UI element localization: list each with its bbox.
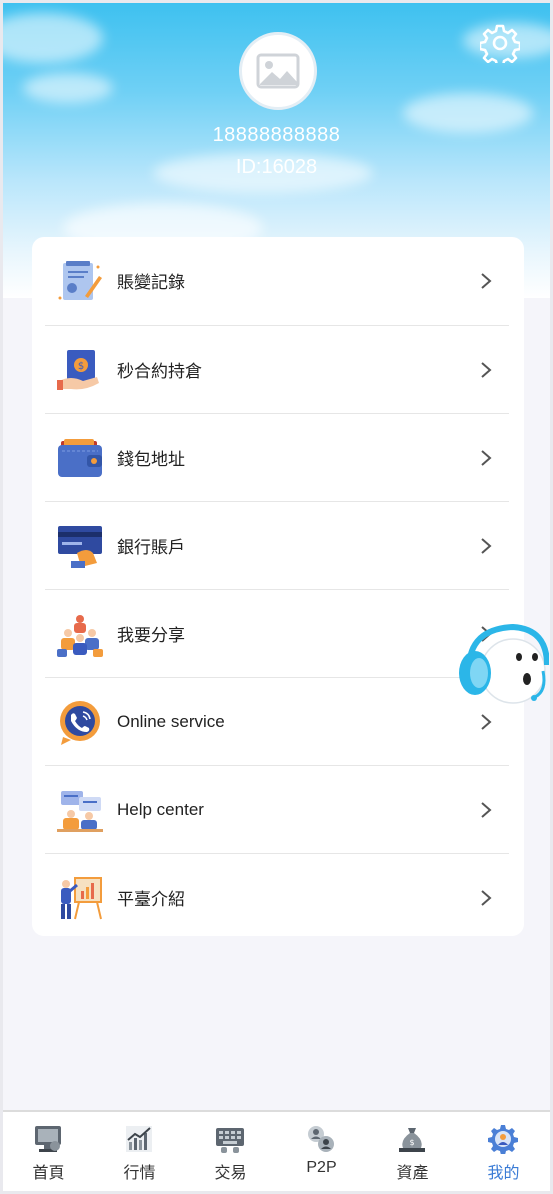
menu-item-platform-intro[interactable]: 平臺介紹 — [45, 854, 509, 941]
menu-item-label: 賬變記錄 — [117, 273, 185, 292]
bottom-tab-bar: 首頁 行情 交易 P2P $ 資產 我的 — [3, 1110, 550, 1191]
menu-item-wallet-address[interactable]: 錢包地址 — [45, 414, 509, 501]
menu-item-label: 銀行賬戶 — [117, 538, 185, 557]
phone-call-icon — [60, 700, 100, 745]
tab-label: 資產 — [396, 1165, 429, 1182]
keyboard-icon — [216, 1128, 244, 1153]
home-monitor-icon — [35, 1126, 61, 1152]
chevron-right-icon — [481, 449, 492, 466]
market-chart-icon — [126, 1126, 152, 1152]
chevron-right-icon — [481, 272, 492, 289]
tab-p2p[interactable]: P2P — [276, 1112, 367, 1191]
menu-item-label: Help center — [117, 799, 204, 819]
tab-home[interactable]: 首頁 — [3, 1112, 94, 1191]
avatar[interactable] — [239, 32, 317, 110]
settings-gear-icon[interactable] — [480, 23, 520, 63]
tab-mine[interactable]: 我的 — [458, 1112, 549, 1191]
menu-card: 賬變記錄 $ 秒合約持倉 錢包地址 銀行賬戶 我要分享 Online servi… — [32, 237, 524, 936]
p2p-users-icon — [308, 1126, 334, 1152]
menu-item-label: 我要分享 — [117, 626, 185, 645]
tab-label: 行情 — [123, 1165, 156, 1182]
tab-assets[interactable]: $ 資產 — [367, 1112, 458, 1191]
tab-market[interactable]: 行情 — [94, 1112, 185, 1191]
tab-label: P2P — [306, 1159, 337, 1176]
ledger-icon — [58, 260, 102, 300]
menu-item-label: Online service — [117, 711, 225, 731]
chevron-right-icon — [481, 361, 492, 378]
chevron-right-icon — [481, 801, 492, 818]
user-phone: 18888888888 — [212, 124, 341, 146]
user-id: ID:16028 — [235, 156, 318, 178]
menu-item-contract-positions[interactable]: $ 秒合約持倉 — [45, 326, 509, 413]
bank-card-icon — [58, 525, 102, 568]
help-chat-icon — [57, 790, 103, 832]
menu-item-online-service[interactable]: Online service — [45, 678, 509, 765]
menu-item-label: 平臺介紹 — [117, 890, 185, 909]
menu-item-bank-account[interactable]: 銀行賬戶 — [45, 502, 509, 589]
share-people-icon — [57, 614, 103, 657]
menu-item-help-center[interactable]: Help center — [45, 766, 509, 853]
app-frame: 18888888888 ID:16028 賬變記錄 $ 秒合約持倉 錢包地址 銀… — [3, 3, 550, 1191]
presentation-icon — [61, 876, 102, 919]
settings-gear-icon — [488, 1125, 518, 1154]
money-bag-icon: $ — [399, 1128, 425, 1152]
chevron-right-icon — [481, 537, 492, 554]
chevron-right-icon — [481, 889, 492, 906]
tab-label: 首頁 — [32, 1165, 65, 1182]
menu-item-label: 秒合約持倉 — [117, 362, 202, 381]
tab-label: 我的 — [487, 1165, 520, 1182]
wallet-icon — [58, 438, 102, 477]
menu-item-share[interactable]: 我要分享 — [45, 590, 509, 677]
contract-icon: $ — [57, 349, 99, 390]
tab-label: 交易 — [214, 1165, 247, 1182]
customer-service-mascot-icon[interactable] — [455, 615, 549, 715]
svg-text:$: $ — [78, 361, 84, 372]
menu-item-label: 錢包地址 — [117, 450, 185, 469]
menu-item-ledger[interactable]: 賬變記錄 — [45, 237, 509, 324]
svg-text:$: $ — [409, 1138, 414, 1147]
image-placeholder-icon — [256, 53, 300, 89]
tab-trade[interactable]: 交易 — [185, 1112, 276, 1191]
